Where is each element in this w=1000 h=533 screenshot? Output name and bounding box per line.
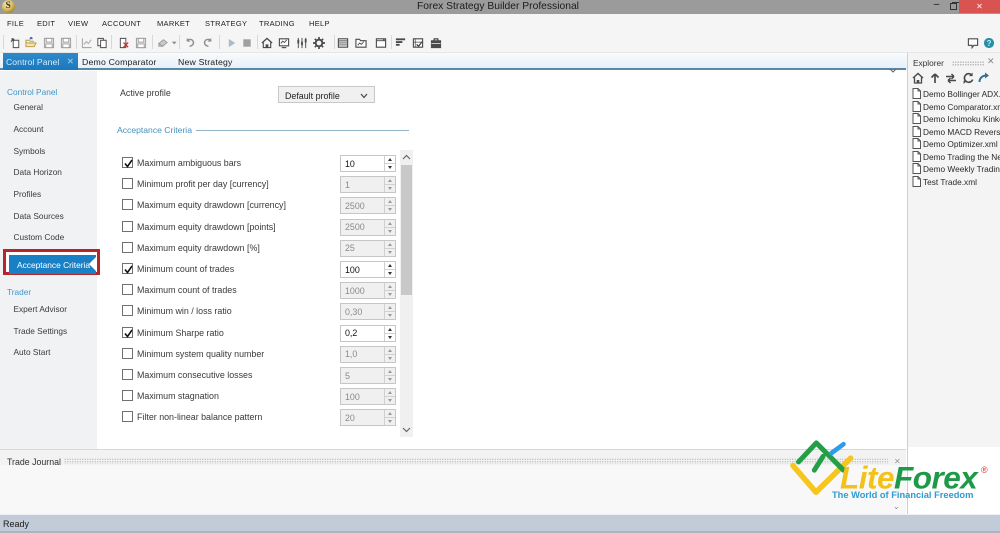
svg-text:®: ® [981, 465, 988, 475]
svg-text:?: ? [987, 39, 992, 48]
svg-text:The World of Financial Freedom: The World of Financial Freedom [832, 490, 973, 500]
